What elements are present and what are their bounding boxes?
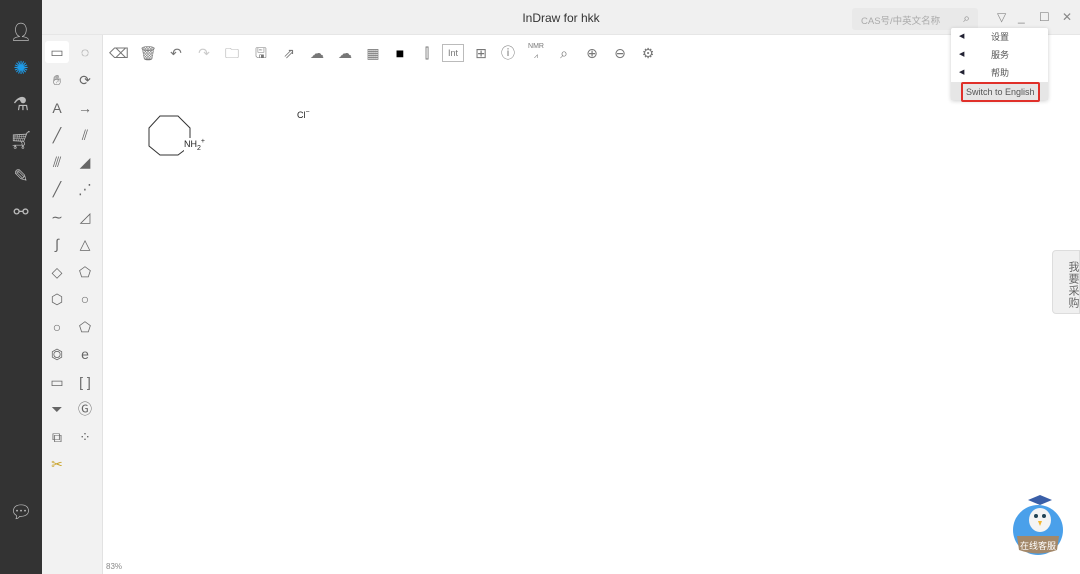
counter-charge: − xyxy=(305,109,310,116)
customer-service-button[interactable]: 在线客服 xyxy=(1011,494,1065,556)
benzene-tool[interactable]: ⏣ xyxy=(45,343,69,365)
hashed-bond-tool[interactable]: ⋰ xyxy=(73,178,97,200)
int-icon[interactable]: Int xyxy=(442,44,464,62)
hollow-wedge-tool[interactable]: ◿ xyxy=(73,206,97,228)
menu-item-services[interactable]: ◀ 服务 xyxy=(951,46,1048,64)
template-tool[interactable]: ⧉ xyxy=(45,426,69,448)
share-icon[interactable]: ⚯ xyxy=(9,200,33,224)
atom-subscript: 2 xyxy=(197,144,201,152)
atom-label: NH xyxy=(184,139,197,149)
caret-left-icon: ◀ xyxy=(959,33,965,40)
ammonium-label[interactable]: NH2+ xyxy=(184,138,205,152)
group-tool[interactable]: Ⓖ xyxy=(73,398,97,420)
menu-item-settings[interactable]: ◀ 设置 xyxy=(951,28,1048,46)
menu-label: 设置 xyxy=(991,32,1010,42)
atom-charge: + xyxy=(200,138,205,145)
layout-icon[interactable]: ⊞ xyxy=(470,42,492,64)
hexagon-ring-tool[interactable]: ⬡ xyxy=(45,288,69,310)
heptagon-ring-tool[interactable]: ○ xyxy=(73,288,97,310)
pentagon-ring-tool[interactable]: ⬠ xyxy=(73,261,97,283)
find-icon[interactable]: ⌕ xyxy=(553,42,575,64)
menu-item-switch-english[interactable]: Switch to English xyxy=(951,82,1048,102)
settings-icon[interactable]: ⚙︎ xyxy=(637,42,659,64)
cyclopentadiene-tool[interactable]: ⬠ xyxy=(73,316,97,338)
bold-bond-tool[interactable]: ╱ xyxy=(45,178,69,200)
octagon-ring-tool[interactable]: ○ xyxy=(45,316,69,338)
chloride-label[interactable]: Cl− xyxy=(297,109,310,120)
color-picker-icon[interactable]: ■ xyxy=(389,42,411,64)
search-icon[interactable]: ⌕ xyxy=(963,11,970,26)
search-input[interactable]: CAS号/中英文名称 ⌕ xyxy=(852,8,978,30)
minimize-icon[interactable]: _ xyxy=(1018,10,1025,24)
close-icon[interactable]: ✕ xyxy=(1062,10,1072,24)
bracket-tool[interactable]: [ ] xyxy=(73,371,97,393)
search-placeholder: CAS号/中英文名称 xyxy=(861,16,941,27)
chain-n-tool[interactable]: ∫ xyxy=(45,233,69,255)
tlc-plate-tool[interactable]: ⁘ xyxy=(73,426,97,448)
menu-label: 服务 xyxy=(991,50,1010,60)
info-icon[interactable]: ⓘ xyxy=(497,42,519,64)
triangle-ring-tool[interactable]: △ xyxy=(73,233,97,255)
molecule-drawing[interactable] xyxy=(0,0,330,170)
chain-tool[interactable]: ∼ xyxy=(45,206,69,228)
cloud-upload-icon[interactable]: ☁ xyxy=(334,42,356,64)
zoom-out-icon[interactable]: ⊖ xyxy=(609,42,631,64)
switch-language-label: Switch to English xyxy=(961,82,1040,102)
buy-button[interactable]: 我要采购 xyxy=(1052,250,1080,314)
funnel-tool[interactable]: ⏷ xyxy=(45,398,69,420)
settings-menu: ◀ 设置 ◀ 服务 ◀ 帮助 Switch to English xyxy=(951,28,1048,102)
counter-ion: Cl xyxy=(297,110,306,120)
nmr-icon[interactable]: NMR ⩘ xyxy=(525,42,547,64)
rectangle-tool[interactable]: ▭ xyxy=(45,371,69,393)
zoom-level: 83% xyxy=(106,562,123,571)
menu-label: 帮助 xyxy=(991,68,1010,78)
menu-dropdown-icon[interactable]: ▽ xyxy=(997,10,1006,24)
caret-left-icon: ◀ xyxy=(959,51,965,58)
caret-left-icon: ◀ xyxy=(959,69,965,76)
align-icon[interactable]: ⫿ xyxy=(416,42,438,64)
electron-tool[interactable]: e xyxy=(73,343,97,365)
customer-service-label: 在线客服 xyxy=(1019,541,1056,551)
maximize-icon[interactable]: ☐ xyxy=(1039,10,1050,24)
menu-item-help[interactable]: ◀ 帮助 xyxy=(951,64,1048,82)
scissors-tool[interactable]: ✂ xyxy=(45,453,69,475)
zoom-in-icon[interactable]: ⊕ xyxy=(581,42,603,64)
grid-icon[interactable]: ▦ xyxy=(362,42,384,64)
chat-icon[interactable]: 💬︎ xyxy=(9,500,33,524)
square-ring-tool[interactable]: ◇ xyxy=(45,261,69,283)
